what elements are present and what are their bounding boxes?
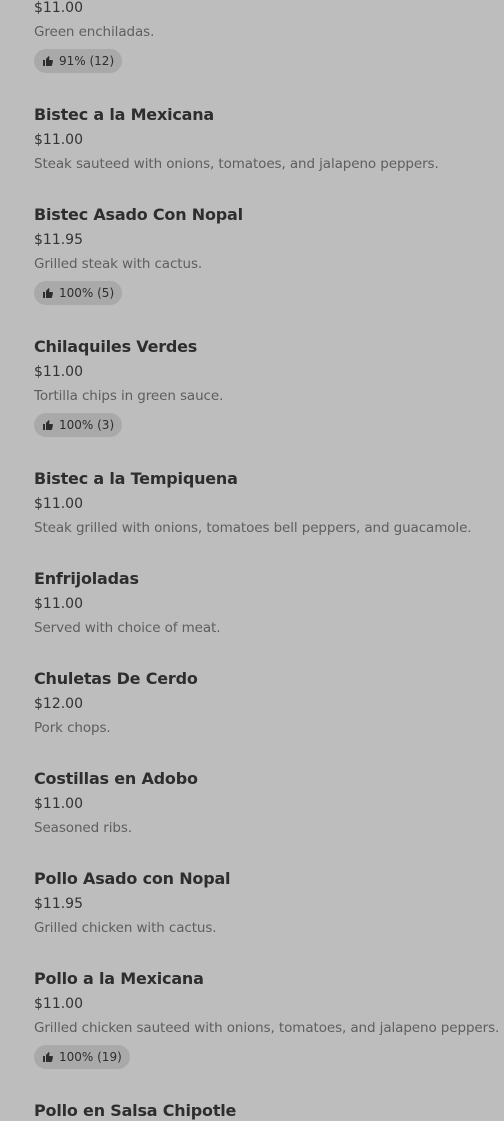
rating-badge: 100% (5) xyxy=(34,281,123,305)
item-price: $11.00 xyxy=(34,996,83,1012)
item-description: Grilled chicken sauteed with onions, tom… xyxy=(34,1020,500,1036)
item-description: Grilled chicken with cactus. xyxy=(34,920,217,936)
item-name: Chuletas De Cerdo xyxy=(34,669,198,688)
item-price: $12.00 xyxy=(34,696,83,712)
item-description: Served with choice of meat. xyxy=(34,620,221,636)
item-price: $11.00 xyxy=(34,496,83,512)
menu-item[interactable]: Chuletas De Cerdo $12.00 Pork chops. xyxy=(0,669,218,737)
item-price: $11.95 xyxy=(34,896,83,912)
thumbs-up-icon xyxy=(42,287,54,299)
menu-item[interactable]: Costillas en Adobo $11.00 Seasoned ribs. xyxy=(0,769,218,837)
rating-text: 100% (5) xyxy=(59,286,115,300)
item-name: Pollo Asado con Nopal xyxy=(34,869,231,888)
item-description: Steak sauteed with onions, tomatoes, and… xyxy=(34,156,439,172)
rating-text: 100% (19) xyxy=(59,1050,122,1064)
menu-item[interactable]: Pollo a la Mexicana $11.00 Grilled chick… xyxy=(0,969,504,1069)
rating-text: 91% (12) xyxy=(59,54,115,68)
thumbs-up-icon xyxy=(42,419,54,431)
rating-badge: 100% (19) xyxy=(34,1045,130,1069)
item-price: $11.00 xyxy=(34,0,83,16)
item-price: $11.95 xyxy=(34,232,83,248)
item-name: Bistec Asado Con Nopal xyxy=(34,205,243,224)
item-price: $11.00 xyxy=(34,364,83,380)
item-description: Steak grilled with onions, tomatoes bell… xyxy=(34,520,472,536)
thumbs-up-icon xyxy=(42,1051,54,1063)
item-description: Green enchiladas. xyxy=(34,24,155,40)
menu-item[interactable]: Pollo en Salsa Chipotle xyxy=(0,1101,256,1121)
menu-item[interactable]: Bistec a la Mexicana $11.00 Steak sautee… xyxy=(0,105,459,173)
item-description: Grilled steak with cactus. xyxy=(34,256,203,272)
item-name: Chilaquiles Verdes xyxy=(34,337,198,356)
rating-badge: 100% (3) xyxy=(34,413,123,437)
item-name: Costillas en Adobo xyxy=(34,769,198,788)
menu-item[interactable]: Bistec a la Tempiquena $11.00 Steak gril… xyxy=(0,469,491,537)
rating-text: 100% (3) xyxy=(59,418,115,432)
item-description: Pork chops. xyxy=(34,720,111,736)
thumbs-up-icon xyxy=(42,55,54,67)
item-description: Tortilla chips in green sauce. xyxy=(34,388,224,404)
item-name: Bistec a la Tempiquena xyxy=(34,469,238,488)
item-price: $11.00 xyxy=(34,596,83,612)
item-name: Bistec a la Mexicana xyxy=(34,105,215,124)
item-price: $11.00 xyxy=(34,132,83,148)
menu-item[interactable]: Pollo Asado con Nopal $11.95 Grilled chi… xyxy=(0,869,250,937)
menu-item[interactable]: Chilaquiles Verdes $11.00 Tortilla chips… xyxy=(0,337,243,437)
item-name: Pollo en Salsa Chipotle xyxy=(34,1101,237,1120)
item-description: Seasoned ribs. xyxy=(34,820,132,836)
menu-item[interactable]: Bistec Asado Con Nopal $11.95 Grilled st… xyxy=(0,205,263,305)
menu-item[interactable]: Enfrijoladas $11.00 Served with choice o… xyxy=(0,569,240,637)
menu-item[interactable]: $11.00 Green enchiladas. 91% (12) xyxy=(0,0,174,73)
item-name: Enfrijoladas xyxy=(34,569,139,588)
rating-badge: 91% (12) xyxy=(34,49,123,73)
item-name: Pollo a la Mexicana xyxy=(34,969,204,988)
item-price: $11.00 xyxy=(34,796,83,812)
